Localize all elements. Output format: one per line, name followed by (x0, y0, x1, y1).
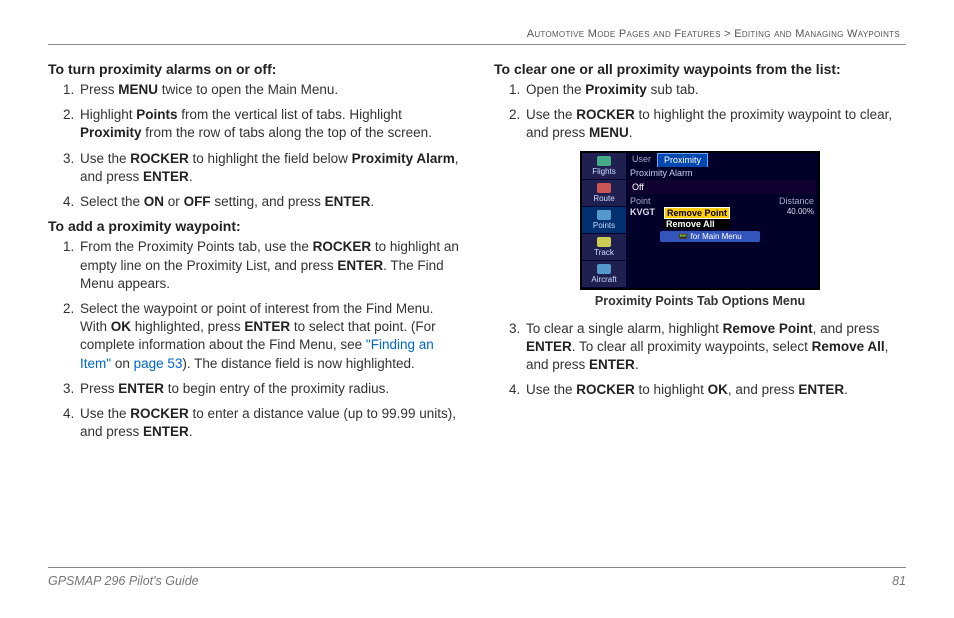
link-page-53[interactable]: page 53 (134, 356, 183, 371)
breadcrumb-left: Automotive Mode Pages and Features (527, 28, 721, 40)
list-item: Use the ROCKER to enter a distance value… (78, 405, 460, 441)
breadcrumb-right: Editing and Managing Waypoints (734, 28, 900, 40)
device-menu-remove-point: Remove Point (664, 207, 730, 219)
device-sidebar: Flights Route Points Track Aircraft (582, 153, 626, 288)
device-menu-remove-all: Remove All (664, 219, 730, 229)
list-clear-a: Open the Proximity sub tab. Use the ROCK… (494, 81, 906, 143)
right-column: To clear one or all proximity waypoints … (494, 55, 906, 449)
device-tab-user: User (626, 153, 657, 167)
points-icon (597, 210, 611, 220)
list-item: Use the ROCKER to highlight OK, and pres… (524, 381, 906, 399)
device-side-tab: Route (582, 180, 626, 207)
track-icon (597, 237, 611, 247)
heading-add: To add a proximity waypoint: (48, 218, 460, 234)
list-item: From the Proximity Points tab, use the R… (78, 238, 460, 293)
device-side-tab: Track (582, 234, 626, 261)
device-side-tab-selected: Points (582, 207, 626, 234)
device-tab-proximity: Proximity (657, 153, 708, 167)
list-item: Open the Proximity sub tab. (524, 81, 906, 99)
columns: To turn proximity alarms on or off: Pres… (48, 55, 906, 449)
device-top-tabs: User Proximity (626, 153, 818, 167)
footer: GPSMAP 296 Pilot's Guide 81 (48, 567, 906, 588)
device-screenshot: Flights Route Points Track Aircraft User… (580, 151, 820, 290)
list-item: Use the ROCKER to highlight the proximit… (524, 106, 906, 142)
list-item: Use the ROCKER to highlight the field be… (78, 150, 460, 186)
list-clear-b: To clear a single alarm, highlight Remov… (494, 320, 906, 400)
left-column: To turn proximity alarms on or off: Pres… (48, 55, 460, 449)
device-alarm-label: Proximity Alarm (626, 167, 818, 179)
list-item: Press MENU twice to open the Main Menu. (78, 81, 460, 99)
breadcrumb: Automotive Mode Pages and Features > Edi… (48, 28, 906, 40)
heading-alarms: To turn proximity alarms on or off: (48, 61, 460, 77)
list-add: From the Proximity Points tab, use the R… (48, 238, 460, 441)
top-rule (48, 44, 906, 45)
footer-title: GPSMAP 296 Pilot's Guide (48, 574, 199, 588)
device-side-tab: Flights (582, 153, 626, 180)
device-hint: 📟 for Main Menu (660, 231, 760, 242)
list-alarms: Press MENU twice to open the Main Menu. … (48, 81, 460, 211)
page: Automotive Mode Pages and Features > Edi… (0, 0, 954, 449)
device-main: User Proximity Proximity Alarm Off Point… (626, 153, 818, 288)
list-item: Highlight Points from the vertical list … (78, 106, 460, 142)
breadcrumb-sep: > (724, 28, 731, 40)
device-side-tab: Aircraft (582, 261, 626, 288)
route-icon (597, 183, 611, 193)
device-alarm-value: Off (628, 180, 816, 194)
heading-clear: To clear one or all proximity waypoints … (494, 61, 906, 77)
device-context-menu: Remove Point Remove All (664, 207, 730, 229)
device-point: KVGT (630, 207, 664, 217)
device-distance: 40.00% (787, 207, 814, 216)
aircraft-icon (597, 264, 611, 274)
list-item: Select the ON or OFF setting, and press … (78, 193, 460, 211)
device-table-row: KVGT Remove Point Remove All 40.00% (626, 207, 818, 229)
figure-caption: Proximity Points Tab Options Menu (494, 294, 906, 308)
list-item: To clear a single alarm, highlight Remov… (524, 320, 906, 375)
flights-icon (597, 156, 611, 166)
device-table-header: PointDistance (626, 195, 818, 207)
list-item: Press ENTER to begin entry of the proxim… (78, 380, 460, 398)
list-item: Select the waypoint or point of interest… (78, 300, 460, 373)
page-number: 81 (892, 574, 906, 588)
